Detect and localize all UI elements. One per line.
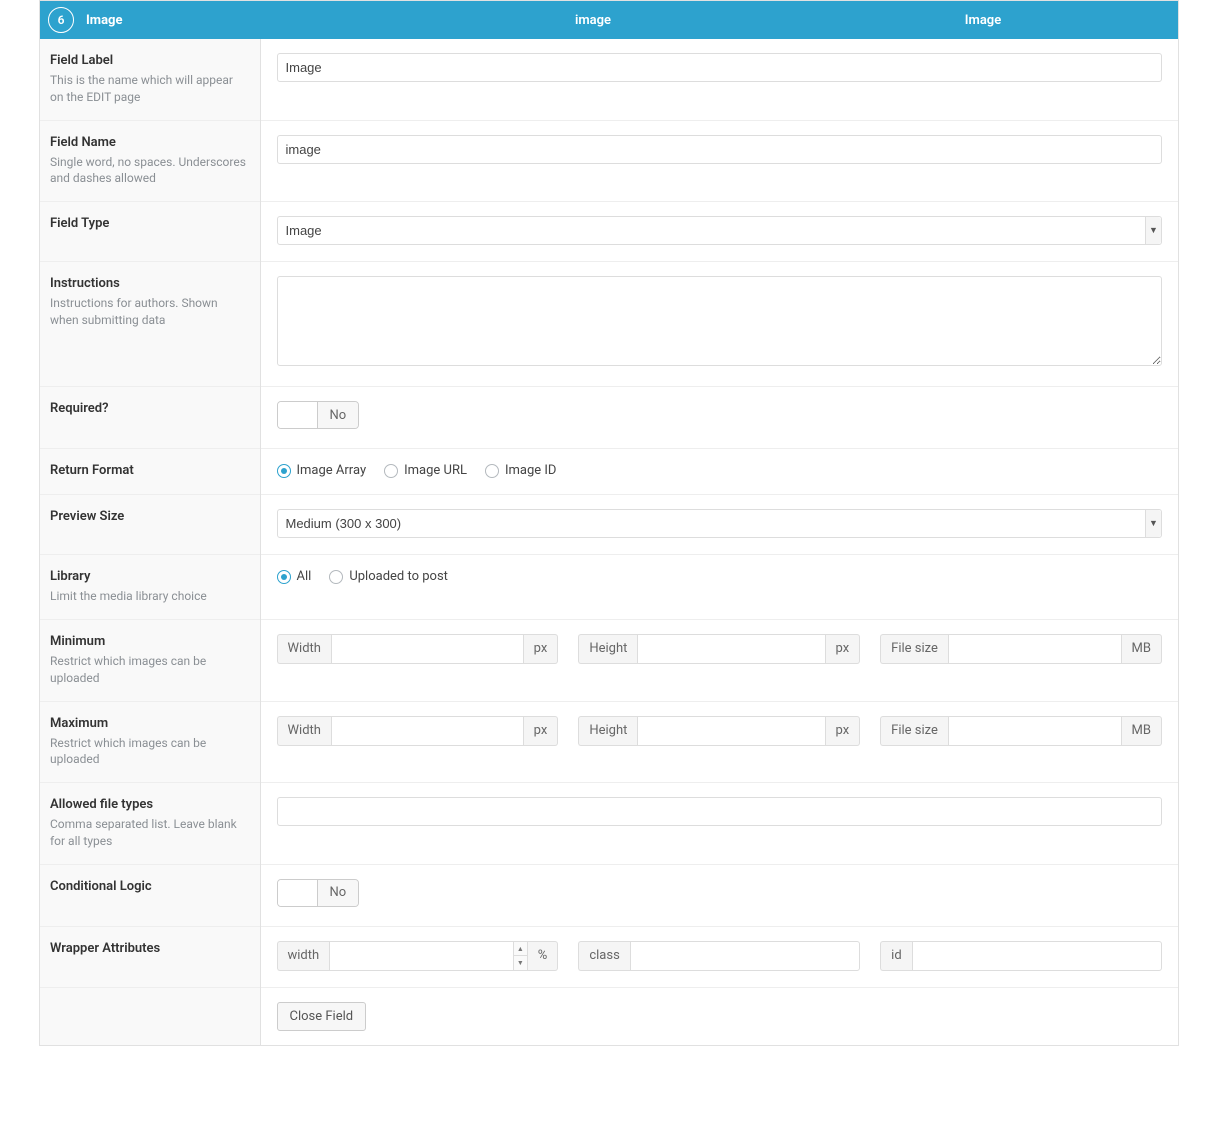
row-conditional-logic: Conditional Logic No (40, 864, 1178, 926)
radio-dot-icon (277, 570, 291, 584)
radio-library-uploaded[interactable]: Uploaded to post (329, 569, 448, 584)
input-allowed-types[interactable] (277, 797, 1163, 826)
label-field-name: Field Name (50, 135, 248, 150)
row-instructions: Instructions Instructions for authors. S… (40, 262, 1178, 387)
row-return-format: Return Format Image Array Image URL Imag… (40, 449, 1178, 495)
row-preview-size: Preview Size Medium (300 x 300) ▼ (40, 495, 1178, 555)
label-wrapper-attributes: Wrapper Attributes (50, 941, 248, 956)
addon-min-height: Height (578, 634, 637, 664)
row-field-label: Field Label This is the name which will … (40, 39, 1178, 120)
select-field-type[interactable]: Image (277, 216, 1163, 245)
suffix-min-filesize: MB (1122, 634, 1162, 664)
addon-max-filesize: File size (880, 716, 948, 746)
suffix-wrapper-width: % (528, 941, 559, 971)
row-field-type: Field Type Image ▼ (40, 202, 1178, 262)
addon-min-filesize: File size (880, 634, 948, 664)
label-conditional-logic: Conditional Logic (50, 879, 248, 894)
radio-label: All (297, 569, 312, 584)
radio-dot-icon (384, 464, 398, 478)
help-maximum: Restrict which images can be uploaded (50, 735, 248, 769)
help-field-label: This is the name which will appear on th… (50, 72, 248, 106)
radio-dot-icon (277, 464, 291, 478)
suffix-max-width: px (524, 716, 559, 746)
toggle-required-text: No (318, 402, 359, 428)
input-wrapper-width[interactable] (329, 941, 528, 971)
input-min-width[interactable] (331, 634, 524, 664)
suffix-min-height: px (826, 634, 861, 664)
textarea-instructions[interactable] (277, 276, 1163, 366)
label-maximum: Maximum (50, 716, 248, 731)
row-wrapper-attributes: Wrapper Attributes width ▲▼ % class (40, 926, 1178, 987)
addon-min-width: Width (277, 634, 331, 664)
select-preview-size[interactable]: Medium (300 x 300) (277, 509, 1163, 538)
header-label: Image (86, 13, 122, 28)
label-required: Required? (50, 401, 248, 416)
input-wrapper-class[interactable] (630, 941, 860, 971)
label-field-type: Field Type (50, 216, 248, 231)
input-wrapper-id[interactable] (912, 941, 1162, 971)
addon-wrapper-width: width (277, 941, 330, 971)
field-header[interactable]: 6 Image image Image (40, 1, 1178, 39)
label-allowed-types: Allowed file types (50, 797, 248, 812)
input-max-height[interactable] (637, 716, 825, 746)
label-instructions: Instructions (50, 276, 248, 291)
row-minimum: Minimum Restrict which images can be upl… (40, 619, 1178, 701)
suffix-max-filesize: MB (1122, 716, 1162, 746)
radio-label: Image URL (404, 463, 467, 478)
label-preview-size: Preview Size (50, 509, 248, 524)
label-return-format: Return Format (50, 463, 248, 478)
toggle-knob (278, 402, 318, 428)
field-order-badge: 6 (48, 7, 74, 33)
addon-max-height: Height (578, 716, 637, 746)
suffix-max-height: px (826, 716, 861, 746)
input-min-filesize[interactable] (948, 634, 1122, 664)
radio-library-all[interactable]: All (277, 569, 312, 584)
close-field-button[interactable]: Close Field (277, 1002, 367, 1031)
row-required: Required? No (40, 387, 1178, 449)
help-library: Limit the media library choice (50, 588, 248, 605)
radio-return-image-id[interactable]: Image ID (485, 463, 557, 478)
input-max-filesize[interactable] (948, 716, 1122, 746)
addon-max-width: Width (277, 716, 331, 746)
label-library: Library (50, 569, 248, 584)
radio-dot-icon (485, 464, 499, 478)
suffix-min-width: px (524, 634, 559, 664)
row-library: Library Limit the media library choice A… (40, 555, 1178, 620)
toggle-conditional-logic[interactable]: No (277, 879, 360, 907)
field-settings-panel: 6 Image image Image Field Label This is … (39, 0, 1179, 1046)
row-close: Close Field (40, 987, 1178, 1045)
input-min-height[interactable] (637, 634, 825, 664)
help-field-name: Single word, no spaces. Underscores and … (50, 154, 248, 188)
toggle-knob (278, 880, 318, 906)
radio-return-image-url[interactable]: Image URL (384, 463, 467, 478)
toggle-conditional-text: No (318, 880, 359, 906)
chevron-down-icon: ▼ (513, 956, 527, 970)
number-stepper[interactable]: ▲▼ (513, 942, 527, 970)
header-name: image (575, 13, 611, 28)
label-field-label: Field Label (50, 53, 248, 68)
row-maximum: Maximum Restrict which images can be upl… (40, 701, 1178, 783)
radio-dot-icon (329, 570, 343, 584)
input-field-name[interactable] (277, 135, 1163, 164)
header-type: Image (965, 13, 1001, 28)
input-field-label[interactable] (277, 53, 1163, 82)
toggle-required[interactable]: No (277, 401, 360, 429)
addon-wrapper-id: id (880, 941, 912, 971)
row-field-name: Field Name Single word, no spaces. Under… (40, 120, 1178, 202)
addon-wrapper-class: class (578, 941, 629, 971)
help-instructions: Instructions for authors. Shown when sub… (50, 295, 248, 329)
radio-label: Image ID (505, 463, 557, 478)
radio-label: Image Array (297, 463, 367, 478)
chevron-up-icon: ▲ (513, 942, 527, 957)
help-allowed-types: Comma separated list. Leave blank for al… (50, 816, 248, 850)
help-minimum: Restrict which images can be uploaded (50, 653, 248, 687)
row-allowed-types: Allowed file types Comma separated list.… (40, 783, 1178, 865)
radio-label: Uploaded to post (349, 569, 448, 584)
label-minimum: Minimum (50, 634, 248, 649)
radio-return-image-array[interactable]: Image Array (277, 463, 367, 478)
input-max-width[interactable] (331, 716, 524, 746)
